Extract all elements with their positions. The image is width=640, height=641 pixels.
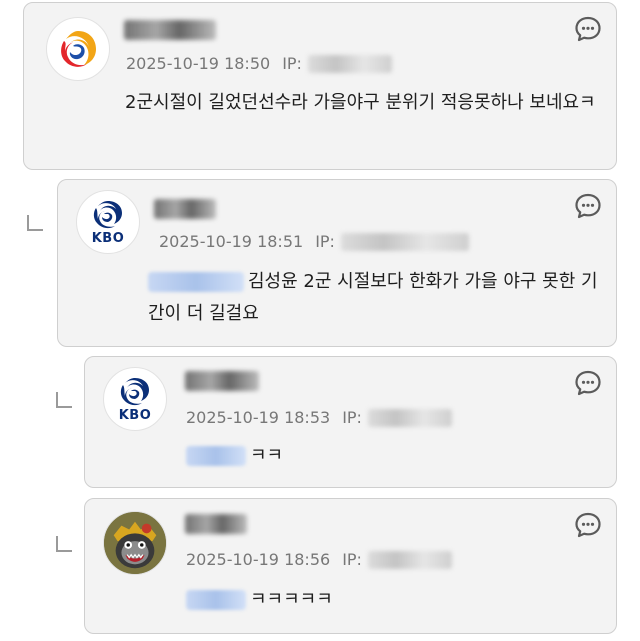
comment-card: KBO 2025-10-19 18:51 IP: 김성윤 2군 시절보다 한화가…	[57, 179, 617, 347]
kbo-swirl-logo-icon	[61, 31, 96, 67]
comment-meta: 2025-10-19 18:53 IP:	[186, 408, 452, 427]
comment-meta: 2025-10-19 18:51 IP:	[159, 232, 469, 251]
kbo-avatar-text: KBO	[91, 231, 125, 246]
speech-bubble-icon[interactable]	[574, 15, 602, 43]
avatar[interactable]	[46, 17, 110, 81]
ip-address-redacted	[340, 232, 469, 251]
kbo-avatar-text: KBO	[118, 408, 152, 423]
ip-address-redacted	[367, 550, 452, 569]
ip-label: IP:	[282, 54, 302, 73]
reply-indent-icon	[56, 536, 72, 552]
gorilla-character-icon	[104, 512, 166, 574]
kbo-logo-icon	[93, 201, 122, 229]
comment-card: 2025-10-19 18:50 IP: 2군시절이 길었던선수라 가을야구 분…	[23, 2, 617, 170]
timestamp: 2025-10-19 18:50	[126, 54, 271, 73]
comment-text: ㅋㅋㅋㅋㅋ	[186, 584, 606, 616]
avatar[interactable]	[103, 511, 167, 575]
timestamp: 2025-10-19 18:56	[186, 550, 331, 569]
comment-card: 2025-10-19 18:56 IP: ㅋㅋㅋㅋㅋ	[84, 498, 617, 634]
mention-redacted[interactable]	[148, 272, 244, 292]
ip-label: IP:	[342, 408, 362, 427]
ip-label: IP:	[342, 550, 362, 569]
comment-thread: 2025-10-19 18:50 IP: 2군시절이 길었던선수라 가을야구 분…	[0, 0, 640, 641]
ip-label: IP:	[315, 232, 335, 251]
avatar[interactable]: KBO	[103, 367, 167, 431]
mention-redacted[interactable]	[186, 446, 246, 466]
ip-address-redacted	[307, 54, 392, 73]
timestamp: 2025-10-19 18:51	[159, 232, 304, 251]
speech-bubble-icon[interactable]	[574, 369, 602, 397]
comment-card: KBO 2025-10-19 18:53 IP: ㅋㅋ	[84, 356, 617, 488]
comment-text: 김성윤 2군 시절보다 한화가 가을 야구 못한 기간이 더 길걸요	[148, 266, 608, 330]
reply-indent-icon	[27, 215, 43, 231]
kbo-logo-icon	[120, 378, 149, 406]
ip-address-redacted	[367, 408, 452, 427]
avatar[interactable]: KBO	[76, 190, 140, 254]
comment-meta: 2025-10-19 18:50 IP:	[126, 54, 392, 73]
comment-text: 2군시절이 길었던선수라 가을야구 분위기 적응못하나 보네요ㅋ	[125, 92, 596, 113]
speech-bubble-icon[interactable]	[574, 192, 602, 220]
username-redacted[interactable]	[185, 371, 259, 391]
comment-text-content: ㅋㅋ	[250, 445, 284, 466]
comment-meta: 2025-10-19 18:56 IP:	[186, 550, 452, 569]
username-redacted[interactable]	[185, 514, 247, 534]
mention-redacted[interactable]	[186, 590, 246, 610]
speech-bubble-icon[interactable]	[574, 511, 602, 539]
username-redacted[interactable]	[124, 20, 216, 40]
comment-text-content: ㅋㅋㅋㅋㅋ	[250, 589, 333, 610]
username-redacted[interactable]	[154, 199, 216, 219]
comment-text: ㅋㅋ	[186, 440, 606, 472]
reply-indent-icon	[56, 392, 72, 408]
timestamp: 2025-10-19 18:53	[186, 408, 331, 427]
